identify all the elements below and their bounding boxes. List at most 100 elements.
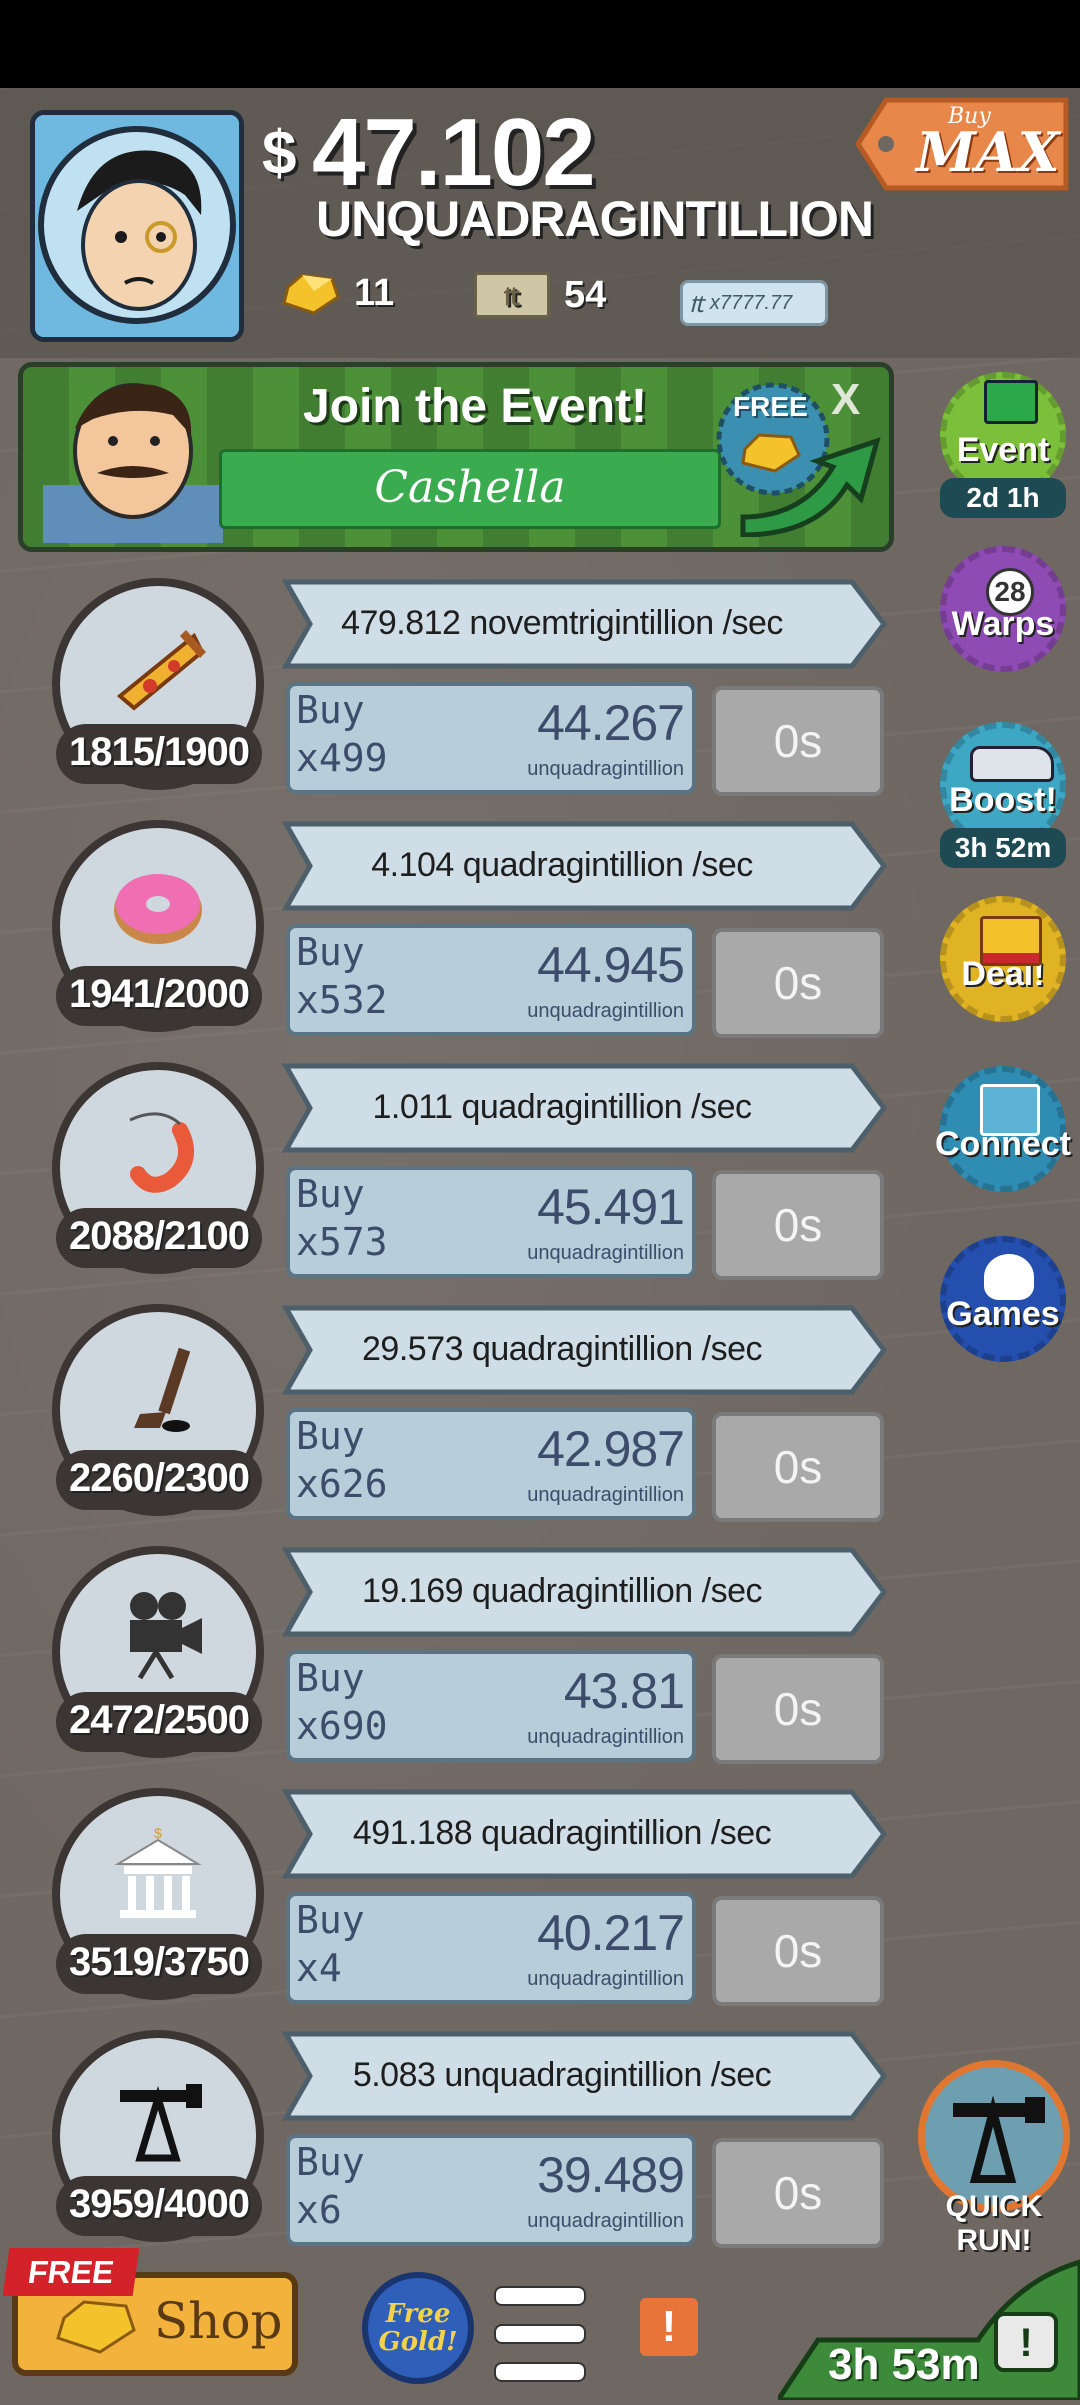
business-buy-button[interactable]: Buy x6 39.489 unquadragintillion [286, 2134, 696, 2246]
money-unit: UNQUADRAGINTILLION [316, 191, 874, 247]
free-gold-button[interactable]: Free Gold! [362, 2272, 474, 2384]
business-rate: 29.573 quadragintillion /sec [362, 1330, 762, 1368]
business-progress: 3519/3750 [56, 1934, 262, 1994]
buy-cost: 45.491 [537, 1179, 685, 1235]
gold-counter: 11 [280, 272, 394, 315]
event-name: Cashella [374, 462, 566, 513]
buy-cost-unit: unquadragintillion [527, 1242, 684, 1264]
business-timer: 0s [712, 1412, 884, 1522]
buy-label: Buy [296, 688, 365, 732]
buy-label: Buy [296, 2140, 365, 2184]
business-rate: 1.011 quadragintillion /sec [372, 1088, 752, 1126]
business-progress: 2472/2500 [56, 1692, 262, 1752]
business-buy-button[interactable]: Buy x499 44.267 unquadragintillion [286, 682, 696, 794]
svg-text:$: $ [154, 1826, 162, 1841]
movie-camera-icon [130, 1592, 202, 1680]
business-row: 2088/2100 1.011 quadragintillion /sec Buy x… [0, 1062, 1080, 1302]
megabucks-counter: ₶ 54 [474, 272, 606, 318]
megabucks-icon: ₶ [474, 272, 550, 318]
business-timer: 0s [712, 686, 884, 796]
buy-cost-unit: unquadragintillion [527, 1968, 684, 1990]
alert-icon[interactable]: ! [640, 2298, 698, 2356]
business-progress: 1941/2000 [56, 966, 262, 1026]
business-rate-banner: 29.573 quadragintillion /sec [282, 1304, 892, 1396]
buy-cost-unit: unquadragintillion [527, 1484, 684, 1506]
business-progress: 2260/2300 [56, 1450, 262, 1510]
buy-cost-unit: unquadragintillion [527, 758, 684, 780]
oil-rig-icon [120, 2084, 202, 2162]
buy-cost: 44.267 [537, 695, 685, 751]
business-buy-button[interactable]: Buy x573 45.491 unquadragintillion [286, 1166, 696, 1278]
business-timer: 0s [712, 928, 884, 1038]
business-rate-banner: 479.812 novemtrigintillion /sec [282, 578, 892, 670]
currency-symbol: $ [262, 119, 297, 188]
bank-icon: $ [114, 1826, 202, 1918]
free-ribbon: FREE [2, 2248, 140, 2296]
buy-cost: 43.81 [563, 1663, 685, 1719]
top-hat-icon [984, 380, 1038, 424]
business-rate-banner: 1.011 quadragintillion /sec [282, 1062, 892, 1154]
gold-count: 11 [354, 272, 395, 314]
business-rate-banner: 5.083 unquadragintillion /sec [282, 2030, 892, 2122]
business-timer: 0s [712, 2138, 884, 2248]
business-row: 2472/2500 19.169 quadragintillion /sec Buy… [0, 1546, 1080, 1786]
free-gold-line2: Gold! [378, 2327, 458, 2357]
business-rate: 479.812 novemtrigintillion /sec [341, 604, 783, 642]
buy-cost: 42.987 [537, 1421, 685, 1477]
run-timer-panel[interactable]: ! 3h 53m [773, 2240, 1080, 2403]
free-gold-line1: Free [385, 2299, 451, 2329]
buy-cost-unit: unquadragintillion [527, 2210, 684, 2232]
hockey-stick-icon [134, 1347, 191, 1432]
megaticket-icon: ₶ [689, 290, 704, 318]
megabucks-count: 54 [564, 273, 607, 316]
business-row: 2260/2300 29.573 quadragintillion /sec Buy… [0, 1304, 1080, 1544]
shop-label: Shop [154, 2292, 283, 2350]
pizza-icon [116, 630, 206, 711]
business-buy-button[interactable]: Buy x690 43.81 unquadragintillion [286, 1650, 696, 1762]
event-side-button[interactable]: Event 2d 1h [940, 372, 1066, 518]
menu-hamburger-icon[interactable] [494, 2286, 586, 2382]
business-timer: 0s [712, 1170, 884, 1280]
business-buy-button[interactable]: Buy x532 44.945 unquadragintillion [286, 924, 696, 1036]
business-buy-button[interactable]: Buy x626 42.987 unquadragintillion [286, 1408, 696, 1520]
business-buy-button[interactable]: Buy x4 40.217 unquadragintillion [286, 1892, 696, 2004]
event-banner[interactable]: Join the Event! Cashella FREE X [18, 362, 894, 552]
business-progress-text: 3519/3750 [68, 1940, 250, 1984]
gold-bar-icon [282, 272, 340, 315]
svg-text:!: ! [1019, 2321, 1032, 2365]
buy-quantity: x6 [296, 2188, 342, 2232]
arrow-right-icon [740, 437, 881, 537]
player-avatar[interactable] [30, 110, 244, 342]
business-progress-text: 2260/2300 [68, 1456, 250, 1500]
buy-quantity: x573 [296, 1220, 388, 1264]
event-close-button[interactable]: X [831, 375, 860, 425]
buy-quantity: x626 [296, 1462, 388, 1506]
business-rate: 491.188 quadragintillion /sec [352, 1814, 772, 1852]
business-progress-text: 1941/2000 [68, 972, 250, 1016]
megaticket-value: x7777.77 [709, 291, 793, 314]
event-timer: 2d 1h [940, 478, 1066, 518]
buy-quantity: x690 [296, 1704, 388, 1748]
business-rate-banner: 491.188 quadragintillion /sec [282, 1788, 892, 1880]
donut-icon [114, 874, 202, 944]
business-progress-text: 3959/4000 [68, 2182, 250, 2226]
buy-max-button[interactable]: Buy MAX [856, 94, 1074, 194]
megaticket-counter: ₶ x7777.77 [680, 280, 828, 326]
business-progress-text: 1815/1900 [68, 730, 250, 774]
astronaut-portrait-icon [35, 115, 239, 337]
business-progress-text: 2472/2500 [68, 1698, 250, 1742]
buy-cost-unit: unquadragintillion [527, 1726, 684, 1748]
business-rate-banner: 4.104 quadragintillion /sec [282, 820, 892, 912]
buy-label: Buy [296, 1656, 365, 1700]
business-progress-text: 2088/2100 [68, 1214, 250, 1258]
business-rate: 19.169 quadragintillion /sec [362, 1572, 762, 1610]
buy-max-label: MAX [916, 120, 1060, 184]
business-rate-banner: 19.169 quadragintillion /sec [282, 1546, 892, 1638]
business-row: $3519/3750 491.188 quadragintillion /sec B… [0, 1788, 1080, 2028]
buy-label: Buy [296, 930, 365, 974]
business-row: 1941/2000 4.104 quadragintillion /sec Buy x… [0, 820, 1080, 1060]
buy-quantity: x532 [296, 978, 388, 1022]
business-timer: 0s [712, 1654, 884, 1764]
buy-label: Buy [296, 1414, 365, 1458]
buy-label: Buy [296, 1172, 365, 1216]
